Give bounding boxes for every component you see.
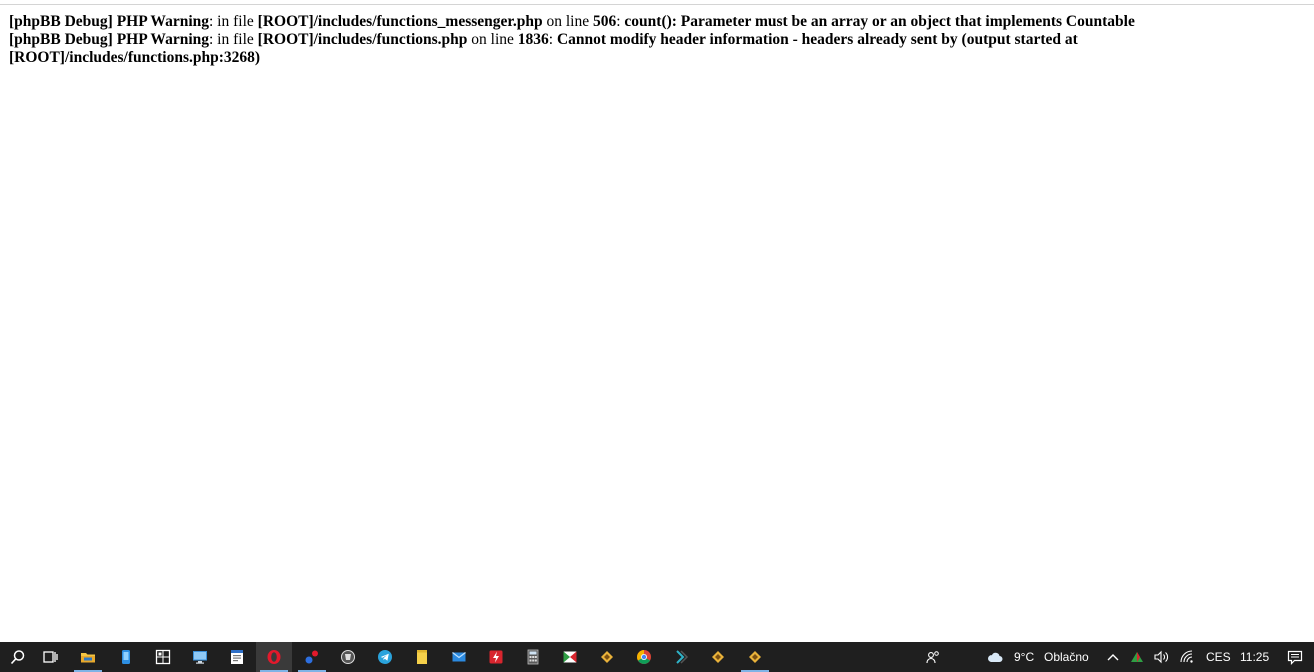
taskbar-app-dots[interactable] bbox=[294, 642, 330, 672]
taskbar-app-grid[interactable] bbox=[145, 642, 181, 672]
sticky-note-icon bbox=[417, 650, 427, 664]
warning-message: count(): Parameter must be an array or a… bbox=[624, 13, 1135, 30]
taskbar-app-document[interactable] bbox=[219, 642, 255, 672]
debug-tag: [phpBB Debug] bbox=[9, 13, 113, 30]
show-hidden-icons-button[interactable] bbox=[1103, 642, 1123, 672]
taskbar-sticky-notes[interactable] bbox=[404, 642, 440, 672]
clock[interactable]: 11:25 bbox=[1240, 642, 1269, 672]
action-center-button[interactable] bbox=[1280, 642, 1310, 672]
wifi-icon bbox=[1180, 650, 1193, 663]
dots-app-icon bbox=[305, 650, 318, 664]
diamond-app-icon bbox=[601, 651, 613, 663]
notification-icon bbox=[1287, 650, 1303, 665]
warning-file: [ROOT]/includes/functions_messenger.php bbox=[257, 13, 543, 30]
people-icon bbox=[926, 651, 939, 664]
taskbar-app-monitor[interactable] bbox=[182, 642, 218, 672]
chrome-icon bbox=[637, 650, 651, 664]
text-in-file: : in file bbox=[209, 13, 258, 30]
calculator-icon bbox=[527, 649, 539, 665]
opera-icon bbox=[267, 650, 281, 664]
text-on-line: on line bbox=[542, 13, 593, 30]
taskbar-opera-browser[interactable] bbox=[256, 642, 292, 672]
taskbar-app-shield[interactable] bbox=[330, 642, 366, 672]
chevron-up-icon bbox=[1107, 654, 1119, 661]
task-view-icon bbox=[43, 651, 58, 663]
volume-button[interactable] bbox=[1150, 642, 1172, 672]
warning-level: PHP Warning bbox=[116, 13, 209, 30]
people-button[interactable] bbox=[916, 642, 950, 672]
cloud-icon bbox=[988, 652, 1003, 662]
warning-level: PHP Warning bbox=[116, 31, 209, 48]
input-language[interactable]: CES bbox=[1206, 642, 1231, 672]
top-divider bbox=[0, 4, 1314, 5]
diamond-app-icon bbox=[712, 651, 724, 663]
taskbar-app-diamond-3[interactable] bbox=[737, 642, 773, 672]
text-on-line: on line bbox=[467, 31, 518, 48]
telegram-icon bbox=[378, 650, 392, 664]
weather-desc[interactable]: Oblačno bbox=[1044, 642, 1089, 672]
network-button[interactable] bbox=[1176, 642, 1198, 672]
warning-file: [ROOT]/includes/functions.php bbox=[257, 31, 468, 48]
monitor-icon bbox=[193, 651, 207, 664]
taskbar-mail[interactable] bbox=[441, 642, 477, 672]
weather-temp[interactable]: 9°C bbox=[1014, 642, 1034, 672]
tray-app-icon[interactable] bbox=[1127, 642, 1147, 672]
warning-line-number: 506 bbox=[592, 13, 617, 30]
phone-icon bbox=[122, 650, 130, 664]
taskbar-app-flag[interactable] bbox=[552, 642, 588, 672]
warning-line-number: 1836 bbox=[517, 31, 549, 48]
grid-app-icon bbox=[155, 649, 171, 665]
mail-icon bbox=[452, 652, 466, 662]
chevron-right-icon bbox=[676, 650, 689, 664]
flash-icon bbox=[489, 650, 503, 664]
taskbar-app-flash[interactable] bbox=[478, 642, 514, 672]
warning-line-2: [phpBB Debug] PHP Warning: in file [ROOT… bbox=[9, 31, 1299, 67]
taskbar-app-terminal[interactable] bbox=[663, 642, 699, 672]
debug-tag: [phpBB Debug] bbox=[9, 31, 113, 48]
triangle-app-icon bbox=[1131, 652, 1143, 662]
search-button[interactable] bbox=[0, 642, 36, 672]
speaker-icon bbox=[1154, 650, 1168, 664]
text-in-file: : in file bbox=[209, 31, 258, 48]
folder-icon bbox=[81, 653, 95, 663]
taskbar-app-diamond-2[interactable] bbox=[700, 642, 736, 672]
taskbar-file-explorer[interactable] bbox=[70, 642, 106, 672]
diamond-app-icon bbox=[749, 651, 761, 663]
taskbar-telegram[interactable] bbox=[367, 642, 403, 672]
taskbar-app-diamond-1[interactable] bbox=[589, 642, 625, 672]
taskbar-chrome[interactable] bbox=[626, 642, 662, 672]
warning-line-1: [phpBB Debug] PHP Warning: in file [ROOT… bbox=[9, 13, 1299, 31]
search-icon bbox=[10, 650, 25, 665]
document-icon bbox=[231, 650, 243, 664]
taskbar: 9°C Oblačno CES 11:25 bbox=[0, 642, 1314, 672]
taskbar-app-phone[interactable] bbox=[108, 642, 144, 672]
task-view-button[interactable] bbox=[32, 642, 68, 672]
flag-app-icon bbox=[563, 651, 577, 663]
shield-icon bbox=[341, 650, 355, 664]
text-colon: : bbox=[548, 31, 557, 48]
weather-widget[interactable] bbox=[980, 642, 1010, 672]
debug-output: [phpBB Debug] PHP Warning: in file [ROOT… bbox=[9, 13, 1299, 67]
taskbar-calculator[interactable] bbox=[515, 642, 551, 672]
